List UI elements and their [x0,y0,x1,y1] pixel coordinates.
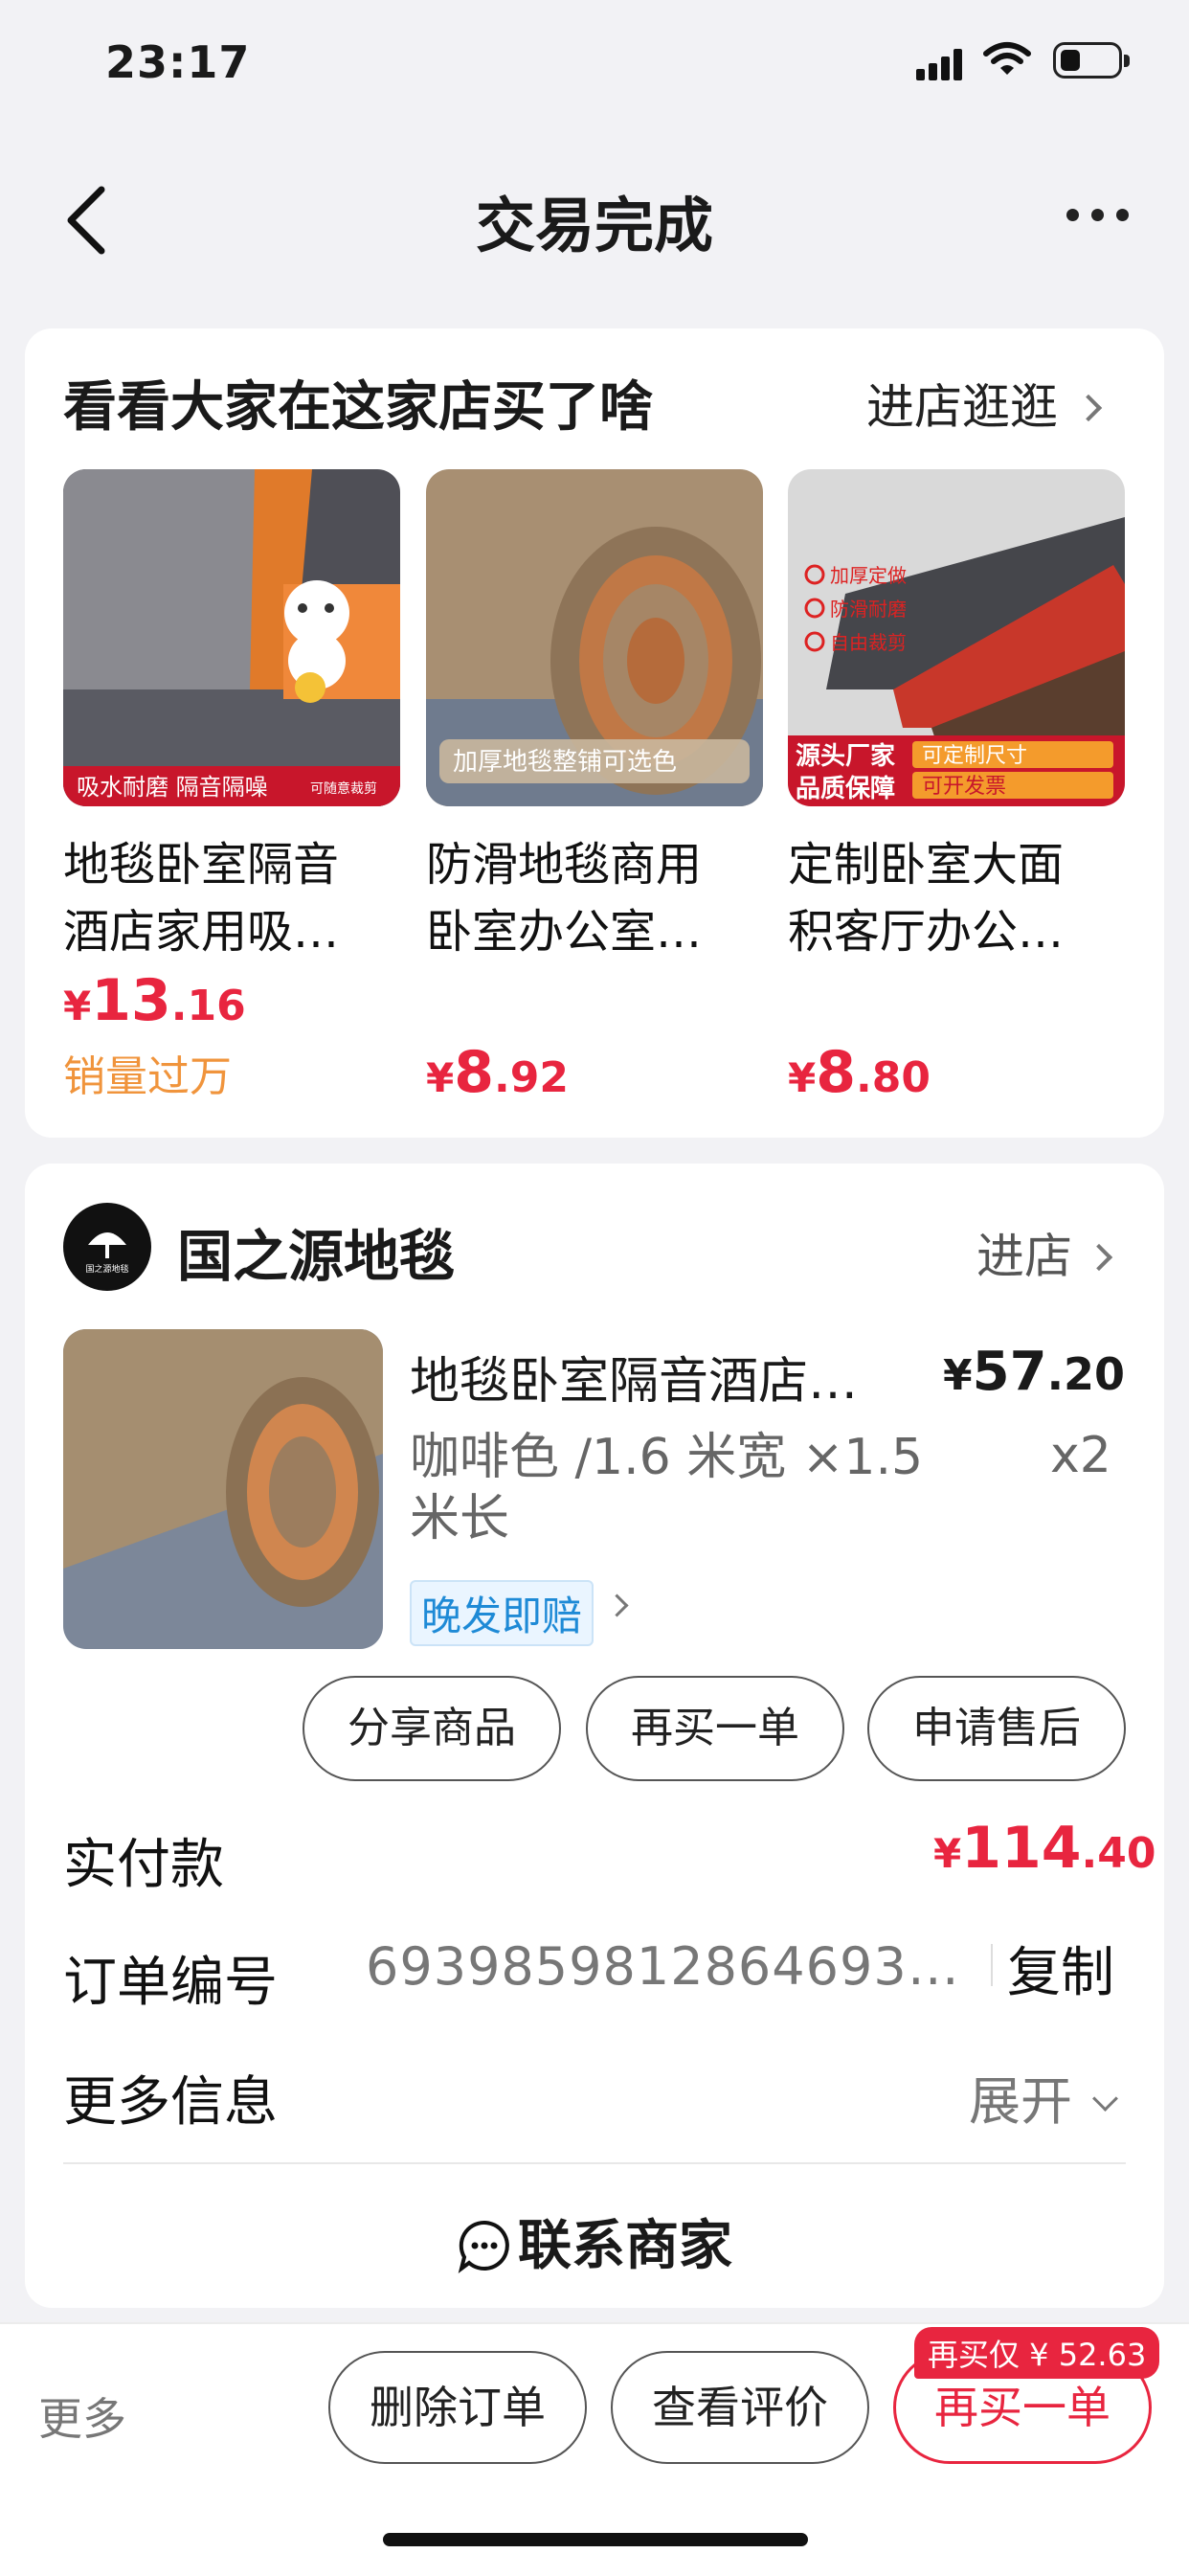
cellular-signal-icon [916,48,964,80]
visit-shop-link[interactable]: 进店逛逛 [866,369,1103,438]
paid-label: 实付款 [63,1834,224,1896]
battery-icon [1053,42,1130,79]
chevron-right-icon [1074,394,1103,422]
copy-button[interactable]: 复制 [1007,1930,1114,2007]
contact-seller-label: 联系商家 [518,2215,732,2277]
shop-name[interactable]: 国之源地毯 [177,1211,455,1292]
enter-shop-link[interactable]: 进店 [976,1218,1113,1287]
more-info-label: 更多信息 [63,2071,278,2134]
chat-bubble-icon [458,2220,509,2273]
contact-seller-button[interactable]: 联系商家 [0,2203,1189,2280]
view-review-button[interactable]: 查看评价 [611,2351,869,2464]
expand-button[interactable]: 展开 [969,2059,1119,2135]
order-item-image[interactable] [63,1329,383,1649]
order-item-qty: x2 [1050,1427,1111,1484]
svg-text:吸水耐磨 隔音隔噪: 吸水耐磨 隔音隔噪 [77,774,268,801]
order-item-name[interactable]: 地毯卧室隔音酒店… [410,1341,858,1412]
svg-text:自由裁剪: 自由裁剪 [830,631,907,654]
product-price-2: ¥8.92 [426,1039,569,1106]
product-image-3[interactable]: 加厚定做 防滑耐磨 自由裁剪 源头厂家 品质保障 可定制尺寸 可开发票 [788,469,1125,806]
svg-text:可随意裁剪: 可随意裁剪 [310,780,377,797]
page-title: 交易完成 [475,191,713,260]
svg-text:防滑耐磨: 防滑耐磨 [830,598,907,621]
product-image-1[interactable]: 吸水耐磨 隔音隔噪 可随意裁剪 [63,469,400,806]
chevron-right-icon [1085,1243,1113,1272]
late-delivery-compensation-tag[interactable]: 晚发即赔 [410,1580,594,1646]
more-button[interactable]: 更多 [38,2384,126,2448]
after-sales-button[interactable]: 申请售后 [867,1676,1126,1781]
svg-text:源头厂家: 源头厂家 [796,741,895,771]
rebuy-item-button[interactable]: 再买一单 [586,1676,844,1781]
product-price-1: ¥13.16 [63,967,246,1034]
delete-order-button[interactable]: 删除订单 [328,2351,587,2464]
home-indicator [383,2533,808,2546]
svg-text:可开发票: 可开发票 [922,775,1006,799]
order-number-label: 订单编号 [63,1952,278,2014]
sales-badge: 销量过万 [63,1052,232,1101]
order-item-spec: 咖啡色 /1.6 米宽 ×1.5 米长 [410,1429,924,1548]
paid-amount: ¥114.40 [933,1815,1156,1882]
wifi-icon [983,42,1031,75]
svg-text:加厚地毯整铺可选色: 加厚地毯整铺可选色 [453,748,677,777]
order-number: 6939859812864693… [366,1936,960,1997]
shop-logo[interactable]: 国之源地毯 [63,1203,151,1291]
order-item-price: ¥57.20 [943,1341,1126,1403]
share-product-button[interactable]: 分享商品 [303,1676,561,1781]
svg-text:加厚定做: 加厚定做 [830,564,907,587]
product-name-3[interactable]: 定制卧室大面 积客厅办公… [788,831,1125,965]
svg-text:可定制尺寸: 可定制尺寸 [922,744,1027,768]
expand-label: 展开 [969,2071,1072,2132]
rebuy-price-badge: 再买仅 ¥ 52.63 [914,2327,1160,2379]
more-options-icon[interactable] [1066,209,1130,222]
chevron-down-icon [1092,2086,1119,2112]
product-image-2[interactable]: 加厚地毯整铺可选色 [426,469,763,806]
status-time: 23:17 [105,36,251,88]
enter-shop-label: 进店 [976,1229,1072,1284]
product-name-2[interactable]: 防滑地毯商用 卧室办公室… [426,831,763,965]
visit-shop-label: 进店逛逛 [866,379,1058,435]
divider [991,1944,993,1986]
svg-text:品质保障: 品质保障 [796,774,895,803]
recommend-title: 看看大家在这家店买了啥 [63,376,653,439]
svg-text:国之源地毯: 国之源地毯 [85,1263,128,1275]
product-price-3: ¥8.80 [788,1039,931,1106]
divider [63,2162,1126,2164]
product-name-1[interactable]: 地毯卧室隔音 酒店家用吸… [63,831,400,965]
